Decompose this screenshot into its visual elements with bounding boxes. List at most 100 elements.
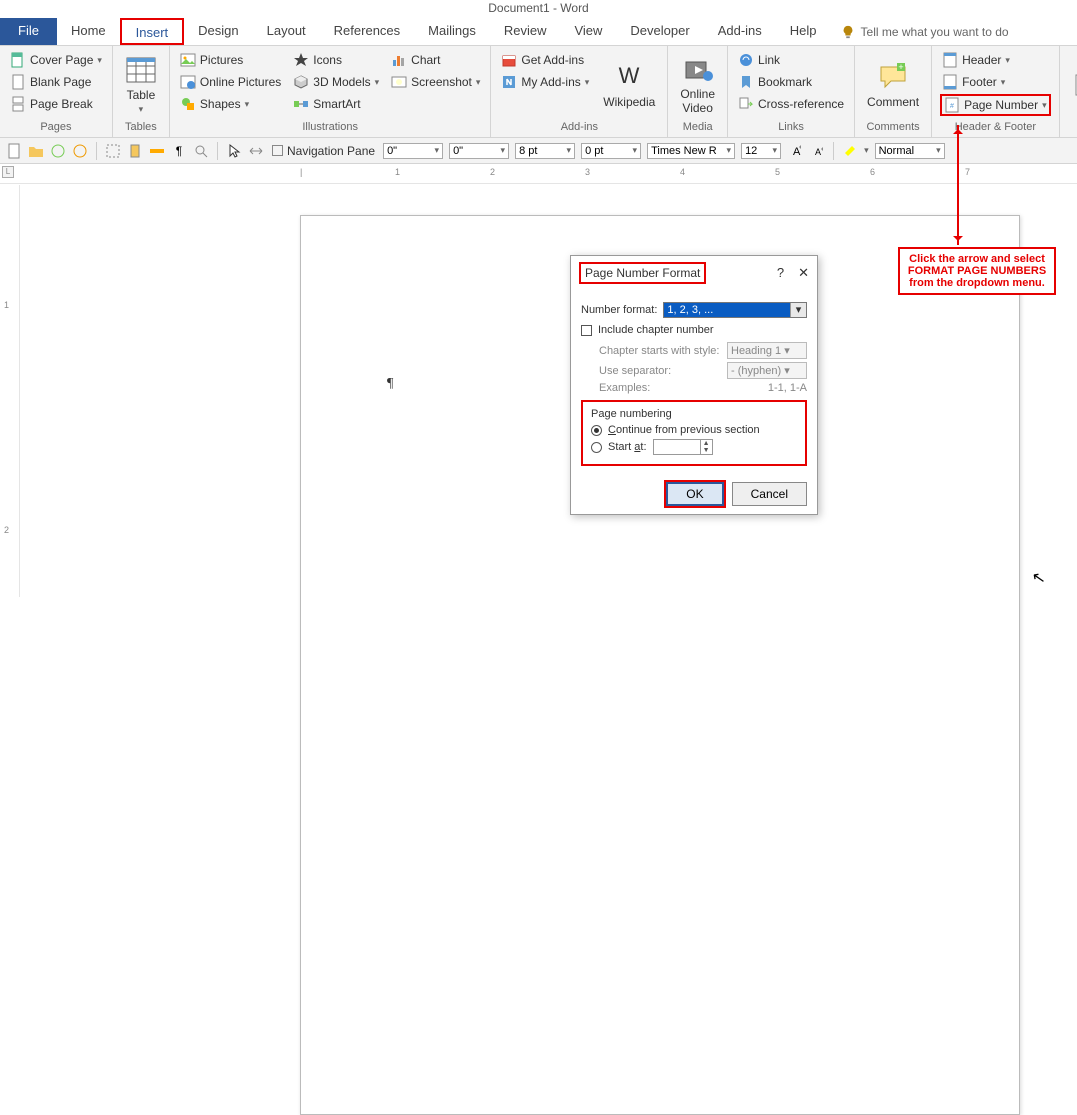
annotation-arrow bbox=[957, 125, 959, 245]
online-pictures-button[interactable]: Online Pictures bbox=[178, 72, 283, 92]
tab-file[interactable]: File bbox=[0, 18, 57, 45]
title-bar: Document1 - Word bbox=[0, 0, 1077, 18]
tab-references[interactable]: References bbox=[320, 18, 414, 45]
shapes-label: Shapes bbox=[200, 97, 241, 111]
cover-page-button[interactable]: Cover Page▾ bbox=[8, 50, 104, 70]
screenshot-button[interactable]: Screenshot▾ bbox=[389, 72, 482, 92]
include-chapter-checkbox[interactable] bbox=[581, 325, 592, 336]
get-addins-button[interactable]: Get Add-ins bbox=[499, 50, 591, 70]
bookmark-label: Bookmark bbox=[758, 75, 812, 89]
table-label: Table bbox=[127, 88, 156, 102]
link-icon bbox=[738, 52, 754, 68]
start-at-input[interactable] bbox=[654, 440, 700, 454]
navigation-pane-toggle[interactable]: Navigation Pane bbox=[270, 142, 377, 160]
my-addins-icon bbox=[501, 74, 517, 90]
online-video-button[interactable]: Online Video bbox=[676, 50, 719, 119]
tab-insert[interactable]: Insert bbox=[120, 18, 185, 45]
ruler-icon[interactable] bbox=[149, 143, 165, 159]
page-number-button[interactable]: #Page Number▾ bbox=[940, 94, 1051, 116]
dialog-help-button[interactable]: ? bbox=[777, 265, 784, 281]
group-links: Link Bookmark Cross-reference Links bbox=[728, 46, 855, 137]
font-size-selector[interactable]: 12▾ bbox=[741, 143, 781, 159]
chart-label: Chart bbox=[411, 53, 440, 67]
shrink-font-icon[interactable]: A bbox=[809, 143, 825, 159]
cancel-button[interactable]: Cancel bbox=[732, 482, 807, 506]
get-addins-label: Get Add-ins bbox=[521, 53, 584, 67]
tab-mailings[interactable]: Mailings bbox=[414, 18, 490, 45]
chapter-style-select[interactable]: Heading 1 ▾ bbox=[727, 342, 807, 359]
tab-view[interactable]: View bbox=[560, 18, 616, 45]
shapes-button[interactable]: Shapes▾ bbox=[178, 94, 283, 114]
text-box-button[interactable]: A bbox=[1068, 50, 1077, 119]
table-button[interactable]: Table▾ bbox=[121, 50, 161, 119]
link-button[interactable]: Link bbox=[736, 50, 846, 70]
highlight-icon[interactable] bbox=[842, 143, 858, 159]
start-at-radio[interactable] bbox=[591, 442, 602, 453]
comment-button[interactable]: + Comment bbox=[863, 50, 923, 119]
tab-review[interactable]: Review bbox=[490, 18, 561, 45]
paragraph-mark: ¶ bbox=[387, 376, 393, 392]
space-before-input[interactable]: 8 pt▾ bbox=[515, 143, 575, 159]
online-pictures-icon bbox=[180, 74, 196, 90]
open-icon[interactable] bbox=[28, 143, 44, 159]
search-icon[interactable] bbox=[193, 143, 209, 159]
tab-home[interactable]: Home bbox=[57, 18, 120, 45]
indent-left-input[interactable]: 0"▾ bbox=[383, 143, 443, 159]
tab-design[interactable]: Design bbox=[184, 18, 252, 45]
group-addins: Get Add-ins My Add-ins▾ W Wikipedia Add-… bbox=[491, 46, 668, 137]
vertical-ruler[interactable]: 1 2 bbox=[0, 185, 20, 597]
font-selector[interactable]: Times New R▾ bbox=[647, 143, 735, 159]
horizontal-ruler[interactable]: L | 1 2 3 4 5 6 7 bbox=[0, 164, 1077, 184]
style-selector[interactable]: Normal▾ bbox=[875, 143, 945, 159]
pictures-button[interactable]: Pictures bbox=[178, 50, 283, 70]
bookmark-button[interactable]: Bookmark bbox=[736, 72, 846, 92]
smartart-button[interactable]: SmartArt bbox=[291, 94, 381, 114]
icons-icon bbox=[293, 52, 309, 68]
new-icon[interactable] bbox=[6, 143, 22, 159]
resize-icon[interactable] bbox=[248, 143, 264, 159]
footer-button[interactable]: Footer▾ bbox=[940, 72, 1051, 92]
start-at-spinner[interactable]: ▲▼ bbox=[653, 439, 713, 455]
ok-button[interactable]: OK bbox=[666, 482, 723, 506]
3d-models-button[interactable]: 3D Models▾ bbox=[291, 72, 381, 92]
chart-button[interactable]: Chart bbox=[389, 50, 482, 70]
separator-select[interactable]: - (hyphen) ▾ bbox=[727, 362, 807, 379]
tab-help[interactable]: Help bbox=[776, 18, 831, 45]
cross-reference-button[interactable]: Cross-reference bbox=[736, 94, 846, 114]
tab-addins[interactable]: Add-ins bbox=[704, 18, 776, 45]
examples-value: 1-1, 1-A bbox=[768, 382, 807, 394]
para-icon[interactable]: ¶ bbox=[171, 143, 187, 159]
tell-me-search[interactable]: Tell me what you want to do bbox=[831, 18, 1019, 45]
grow-font-icon[interactable]: A bbox=[787, 143, 803, 159]
group-illustrations: Pictures Online Pictures Shapes▾ Icons 3… bbox=[170, 46, 492, 137]
smartart-label: SmartArt bbox=[313, 97, 360, 111]
footer-icon bbox=[942, 74, 958, 90]
dialog-close-button[interactable]: ✕ bbox=[798, 265, 809, 281]
screenshot-label: Screenshot bbox=[411, 75, 472, 89]
select-icon[interactable] bbox=[105, 143, 121, 159]
group-header-footer: Header▾ Footer▾ #Page Number▾ Header & F… bbox=[932, 46, 1060, 137]
wikipedia-button[interactable]: W Wikipedia bbox=[599, 50, 659, 119]
space-after-input[interactable]: 0 pt▾ bbox=[581, 143, 641, 159]
icons-button[interactable]: Icons bbox=[291, 50, 381, 70]
3d-models-label: 3D Models bbox=[313, 75, 370, 89]
group-comments-title: Comments bbox=[863, 119, 923, 135]
indent-right-input[interactable]: 0"▾ bbox=[449, 143, 509, 159]
dialog-title: Page Number Format bbox=[579, 262, 706, 284]
number-format-select[interactable]: 1, 2, 3, ... ▾ bbox=[663, 302, 807, 318]
tab-developer[interactable]: Developer bbox=[616, 18, 703, 45]
page-break-button[interactable]: Page Break bbox=[8, 94, 104, 114]
tab-layout[interactable]: Layout bbox=[253, 18, 320, 45]
my-addins-button[interactable]: My Add-ins▾ bbox=[499, 72, 591, 92]
clipboard-icon[interactable] bbox=[127, 143, 143, 159]
cover-page-label: Cover Page bbox=[30, 53, 93, 67]
tab-selector[interactable]: L bbox=[2, 166, 14, 178]
circle1-icon[interactable] bbox=[50, 143, 66, 159]
circle2-icon[interactable] bbox=[72, 143, 88, 159]
pointer-icon[interactable] bbox=[226, 143, 242, 159]
continue-radio[interactable] bbox=[591, 425, 602, 436]
comment-icon: + bbox=[877, 61, 909, 93]
header-button[interactable]: Header▾ bbox=[940, 50, 1051, 70]
page-break-label: Page Break bbox=[30, 97, 93, 111]
blank-page-button[interactable]: Blank Page bbox=[8, 72, 104, 92]
